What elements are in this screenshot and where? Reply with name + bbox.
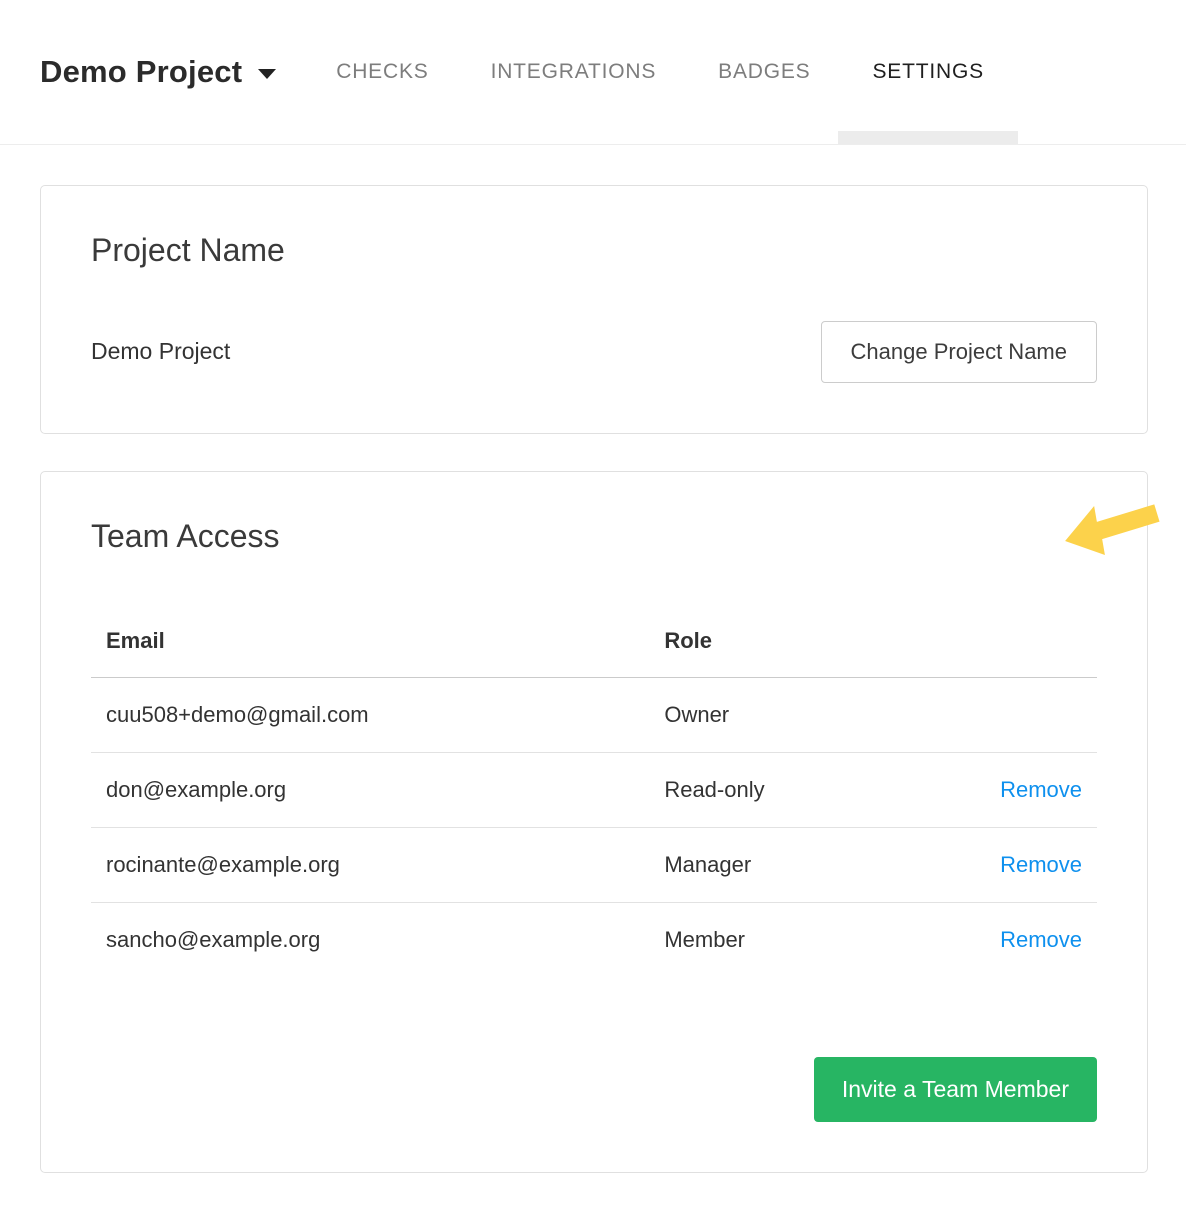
member-actions: Remove (881, 827, 1097, 902)
remove-member-link[interactable]: Remove (1000, 777, 1082, 802)
project-name-card: Project Name Demo Project Change Project… (40, 185, 1148, 434)
email-column-header: Email (91, 605, 649, 678)
project-name-row: Demo Project Change Project Name (91, 321, 1097, 383)
invite-team-member-button[interactable]: Invite a Team Member (814, 1057, 1097, 1122)
team-members-table: Email Role cuu508+demo@gmail.com Owner d… (91, 605, 1097, 977)
member-actions (881, 677, 1097, 752)
tab-integrations[interactable]: INTEGRATIONS (489, 0, 659, 144)
settings-page: Project Name Demo Project Change Project… (0, 145, 1186, 1173)
table-header-row: Email Role (91, 605, 1097, 678)
member-email: rocinante@example.org (91, 827, 649, 902)
project-switcher[interactable]: Demo Project (40, 54, 276, 90)
caret-down-icon (258, 69, 276, 79)
member-role: Manager (649, 827, 880, 902)
member-actions: Remove (881, 752, 1097, 827)
remove-member-link[interactable]: Remove (1000, 852, 1082, 877)
table-row: rocinante@example.org Manager Remove (91, 827, 1097, 902)
project-switcher-label: Demo Project (40, 54, 242, 90)
member-actions: Remove (881, 902, 1097, 977)
table-row: cuu508+demo@gmail.com Owner (91, 677, 1097, 752)
member-role: Member (649, 902, 880, 977)
actions-column-header (881, 605, 1097, 678)
nav-tabs: CHECKS INTEGRATIONS BADGES SETTINGS (334, 0, 986, 144)
member-role: Read-only (649, 752, 880, 827)
tab-settings[interactable]: SETTINGS (870, 0, 985, 144)
tab-badges[interactable]: BADGES (716, 0, 812, 144)
team-access-card: Team Access Email Role cuu508+demo@gmail… (40, 471, 1148, 1173)
project-name-card-title: Project Name (91, 232, 1097, 269)
current-project-name: Demo Project (91, 338, 230, 365)
table-row: don@example.org Read-only Remove (91, 752, 1097, 827)
member-email: don@example.org (91, 752, 649, 827)
top-nav: Demo Project CHECKS INTEGRATIONS BADGES … (0, 0, 1186, 145)
tab-checks[interactable]: CHECKS (334, 0, 430, 144)
remove-member-link[interactable]: Remove (1000, 927, 1082, 952)
table-row: sancho@example.org Member Remove (91, 902, 1097, 977)
member-email: sancho@example.org (91, 902, 649, 977)
change-project-name-button[interactable]: Change Project Name (821, 321, 1097, 383)
invite-row: Invite a Team Member (91, 1057, 1097, 1122)
member-email: cuu508+demo@gmail.com (91, 677, 649, 752)
team-access-card-title: Team Access (91, 518, 1097, 555)
member-role: Owner (649, 677, 880, 752)
role-column-header: Role (649, 605, 880, 678)
